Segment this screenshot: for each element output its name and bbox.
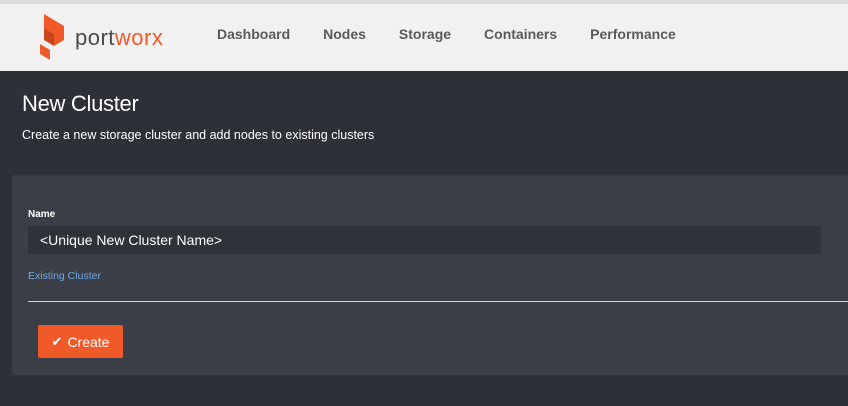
main-nav: Dashboard Nodes Storage Containers Perfo… [217, 26, 709, 42]
create-button[interactable]: ✔ Create [38, 325, 123, 358]
top-navigation-bar: portworx Dashboard Nodes Storage Contain… [0, 0, 848, 71]
portworx-logo-icon [40, 14, 64, 60]
portworx-logo[interactable]: portworx [40, 14, 163, 60]
logo-wordmark: portworx [75, 25, 164, 50]
form-divider [28, 301, 848, 302]
cluster-name-input[interactable] [28, 226, 821, 254]
check-icon: ✔ [51, 334, 63, 349]
page-subtitle: Create a new storage cluster and add nod… [22, 128, 375, 142]
page-title: New Cluster [22, 91, 139, 116]
nav-item-storage[interactable]: Storage [399, 26, 451, 42]
nav-item-dashboard[interactable]: Dashboard [217, 26, 290, 42]
name-field-label: Name [28, 209, 56, 220]
nav-item-containers[interactable]: Containers [484, 26, 557, 42]
existing-cluster-link[interactable]: Existing Cluster [28, 270, 101, 282]
create-button-label: Create [67, 333, 110, 350]
nav-item-performance[interactable]: Performance [590, 26, 676, 42]
nav-item-nodes[interactable]: Nodes [323, 26, 366, 42]
new-cluster-form-panel: Name Existing Cluster ✔ Create [12, 175, 848, 375]
